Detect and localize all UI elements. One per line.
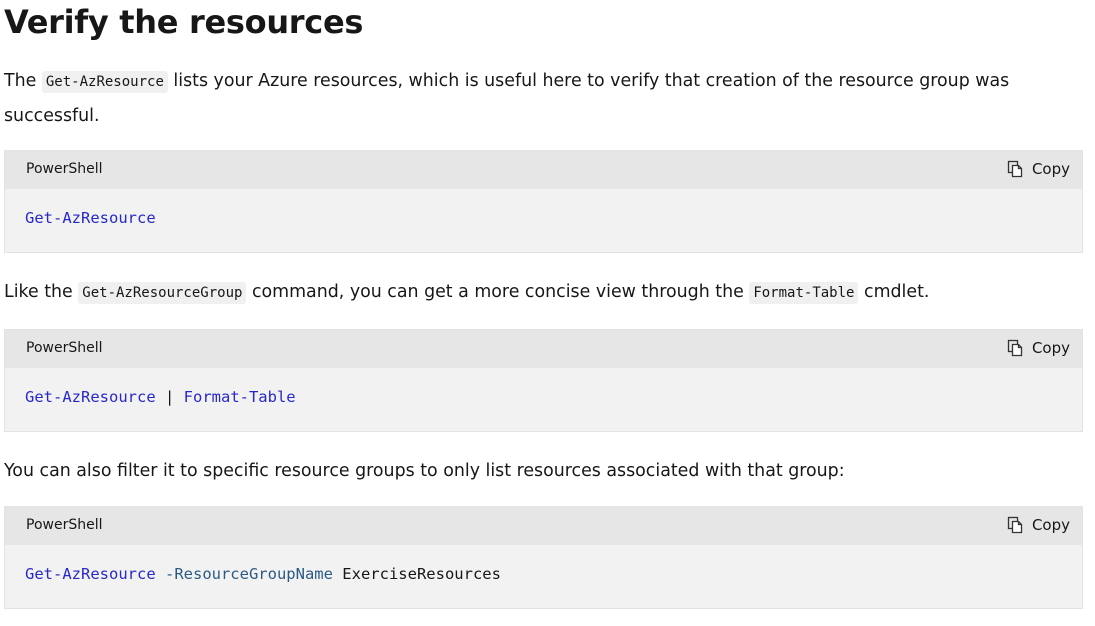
paragraph-format-table: Like the Get-AzResourceGroup command, yo… — [4, 275, 929, 310]
copy-button[interactable]: Copy — [1006, 516, 1070, 534]
text: lists your Azure resources, which is use… — [167, 71, 1010, 91]
text: The — [4, 71, 42, 91]
code-argument: ExerciseResources — [332, 565, 501, 583]
code-block-header: PowerShell Copy — [5, 507, 1082, 545]
code-parameter: -ResourceGroupName — [155, 565, 333, 583]
code-block-body: Get-AzResource -ResourceGroupName Exerci… — [5, 545, 1082, 608]
code-block-header: PowerShell Copy — [5, 330, 1082, 368]
copy-button[interactable]: Copy — [1006, 160, 1070, 178]
copy-label: Copy — [1031, 160, 1070, 178]
code-language-label: PowerShell — [26, 340, 103, 356]
copy-label: Copy — [1031, 516, 1070, 534]
copy-button[interactable]: Copy — [1006, 339, 1070, 357]
code-block: PowerShell Copy Get-AzResource — [4, 150, 1083, 253]
code-language-label: PowerShell — [26, 517, 103, 533]
code-block-body: Get-AzResource — [5, 189, 1082, 252]
text: command, you can get a more concise view… — [246, 282, 750, 302]
code-line: Get-AzResource — [25, 209, 156, 227]
code-block: PowerShell Copy Get-AzResource | Format-… — [4, 329, 1083, 432]
inline-code: Get-AzResource — [41, 71, 168, 93]
copy-icon — [1007, 160, 1023, 178]
code-block-body: Get-AzResource | Format-Table — [5, 368, 1082, 431]
copy-label: Copy — [1031, 339, 1070, 357]
code-line: Get-AzResource -ResourceGroupName Exerci… — [25, 565, 501, 583]
copy-icon — [1007, 339, 1023, 357]
text: Like the — [4, 282, 79, 302]
text: cmdlet. — [858, 282, 930, 302]
code-line: Get-AzResource | Format-Table — [25, 388, 296, 406]
text: successful. — [4, 106, 100, 126]
code-command: Get-AzResource — [25, 388, 156, 406]
code-command: Format-Table — [183, 388, 296, 406]
code-command: Get-AzResource — [25, 565, 156, 583]
paragraph-filter: You can also filter it to specific resou… — [4, 461, 845, 481]
code-block-header: PowerShell Copy — [5, 151, 1082, 189]
inline-code: Format-Table — [749, 282, 859, 304]
code-command: Get-AzResource — [25, 209, 156, 227]
inline-code: Get-AzResourceGroup — [78, 282, 247, 304]
code-block: PowerShell Copy Get-AzResource -Resource… — [4, 506, 1083, 609]
paragraph-intro: The Get-AzResource lists your Azure reso… — [4, 64, 1009, 133]
code-language-label: PowerShell — [26, 161, 103, 177]
copy-icon — [1007, 516, 1023, 534]
section-heading: Verify the resources — [4, 3, 364, 41]
code-pipe: | — [155, 388, 184, 406]
